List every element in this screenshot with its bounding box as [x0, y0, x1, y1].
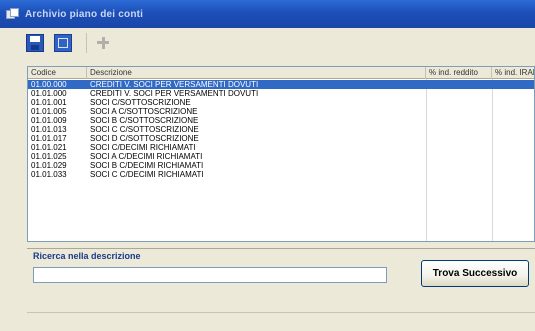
- row-description: CREDITI V. SOCI PER VERSAMENTI DOVUTI: [90, 80, 259, 89]
- row-code: 01.01.013: [31, 125, 67, 134]
- grid-icon[interactable]: [54, 34, 72, 52]
- row-description: SOCI A C/DECIMI RICHIAMATI: [90, 152, 203, 161]
- table-row[interactable]: 01.01.021 SOCI C/DECIMI RICHIAMATI: [28, 143, 534, 152]
- list-header: Codice Descrizione % ind. reddito % ind.…: [28, 67, 534, 79]
- row-code: 01.01.009: [31, 116, 67, 125]
- row-description: SOCI C C/SOTTOSCRIZIONE: [90, 125, 199, 134]
- row-code: 01.01.000: [31, 89, 67, 98]
- window-title: Archivio piano dei conti: [25, 8, 144, 20]
- row-code: 01.01.021: [31, 143, 67, 152]
- row-description: SOCI B C/SOTTOSCRIZIONE: [90, 116, 199, 125]
- column-header-description[interactable]: Descrizione: [87, 67, 426, 79]
- table-row[interactable]: 01.01.005 SOCI A C/SOTTOSCRIZIONE: [28, 107, 534, 116]
- toolbar-separator: [86, 33, 87, 53]
- tools-icon[interactable]: [95, 35, 111, 51]
- table-row[interactable]: 01.01.013 SOCI C C/SOTTOSCRIZIONE: [28, 125, 534, 134]
- accounts-list[interactable]: Codice Descrizione % ind. reddito % ind.…: [27, 66, 535, 242]
- row-code: 01.01.033: [31, 170, 67, 179]
- table-row[interactable]: 01.01.009 SOCI B C/SOTTOSCRIZIONE: [28, 116, 534, 125]
- row-description: SOCI D C/SOTTOSCRIZIONE: [90, 134, 199, 143]
- table-row[interactable]: 01.01.033 SOCI C C/DECIMI RICHIAMATI: [28, 170, 534, 179]
- find-next-button[interactable]: Trova Successivo: [421, 260, 529, 287]
- app-icon: [6, 7, 19, 21]
- column-header-irap-pct[interactable]: % ind. IRAP: [492, 67, 534, 79]
- column-header-code[interactable]: Codice: [28, 67, 87, 79]
- row-code: 01.01.025: [31, 152, 67, 161]
- toolbar: [0, 28, 535, 58]
- search-group: Ricerca nella descrizione Trova Successi…: [27, 248, 535, 296]
- row-description: SOCI C C/DECIMI RICHIAMATI: [90, 170, 204, 179]
- row-code: 01.01.017: [31, 134, 67, 143]
- table-row[interactable]: 01.01.000 CREDITI V. SOCI PER VERSAMENTI …: [28, 89, 534, 98]
- row-code: 01.00.000: [31, 80, 67, 89]
- table-row[interactable]: 01.01.017 SOCI D C/SOTTOSCRIZIONE: [28, 134, 534, 143]
- row-code: 01.01.029: [31, 161, 67, 170]
- row-description: CREDITI V. SOCI PER VERSAMENTI DOVUTI: [90, 89, 259, 98]
- row-code: 01.01.005: [31, 107, 67, 116]
- title-bar: Archivio piano dei conti: [0, 0, 535, 28]
- table-row[interactable]: 01.01.029 SOCI B C/DECIMI RICHIAMATI: [28, 161, 534, 170]
- row-description: SOCI B C/DECIMI RICHIAMATI: [90, 161, 204, 170]
- table-row[interactable]: 01.00.000 CREDITI V. SOCI PER VERSAMENTI …: [28, 80, 534, 89]
- row-description: SOCI C/DECIMI RICHIAMATI: [90, 143, 196, 152]
- bottom-divider: [27, 312, 535, 313]
- column-header-income-pct[interactable]: % ind. reddito: [426, 67, 492, 79]
- table-row[interactable]: 01.01.001 SOCI C/SOTTOSCRIZIONE: [28, 98, 534, 107]
- search-label: Ricerca nella descrizione: [33, 251, 141, 261]
- row-description: SOCI A C/SOTTOSCRIZIONE: [90, 107, 198, 116]
- row-code: 01.01.001: [31, 98, 67, 107]
- search-input[interactable]: [33, 267, 387, 283]
- row-description: SOCI C/SOTTOSCRIZIONE: [90, 98, 191, 107]
- save-icon[interactable]: [26, 34, 44, 52]
- table-row[interactable]: 01.01.025 SOCI A C/DECIMI RICHIAMATI: [28, 152, 534, 161]
